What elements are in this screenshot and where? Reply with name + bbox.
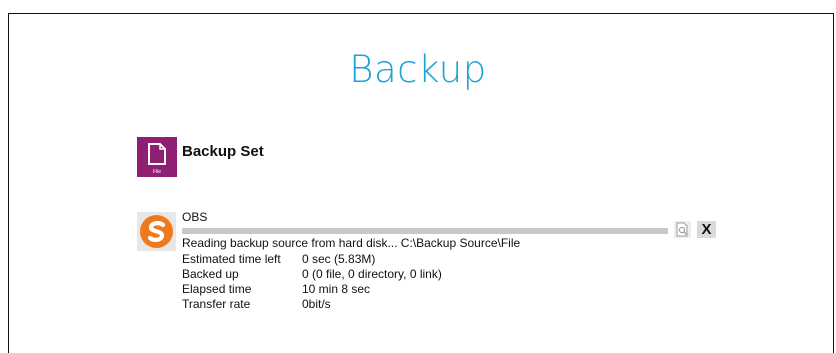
detail-value: 0 (0 file, 0 directory, 0 link) [302, 267, 442, 281]
page-title: Backup [349, 48, 487, 91]
progress-bar [182, 228, 668, 234]
detail-row-backed-up: Backed up 0 (0 file, 0 directory, 0 link… [182, 267, 442, 282]
detail-value: 0 sec (5.83M) [302, 252, 376, 266]
detail-row-estimated: Estimated time left 0 sec (5.83M) [182, 252, 442, 267]
job-details: Estimated time left 0 sec (5.83M) Backed… [182, 252, 442, 312]
file-icon: File [137, 137, 177, 177]
view-detail-button[interactable] [674, 221, 691, 238]
obs-logo-icon [137, 212, 176, 251]
detail-label: Transfer rate [182, 297, 251, 311]
detail-label: Backed up [182, 267, 239, 281]
detail-row-transfer: Transfer rate 0bit/s [182, 297, 442, 312]
status-text: Reading backup source from hard disk... … [182, 236, 521, 250]
stop-backup-button[interactable]: X [697, 221, 716, 238]
magnify-document-icon [676, 222, 688, 237]
detail-label: Estimated time left [182, 252, 281, 266]
detail-value: 0bit/s [302, 297, 331, 311]
file-icon-label: File [152, 169, 162, 175]
detail-label: Elapsed time [182, 282, 252, 296]
detail-value: 10 min 8 sec [302, 282, 371, 296]
detail-row-elapsed: Elapsed time 10 min 8 sec [182, 282, 442, 297]
backup-set-title: Backup Set [182, 143, 264, 160]
progress-fill [182, 228, 668, 234]
job-name: OBS [182, 210, 208, 224]
